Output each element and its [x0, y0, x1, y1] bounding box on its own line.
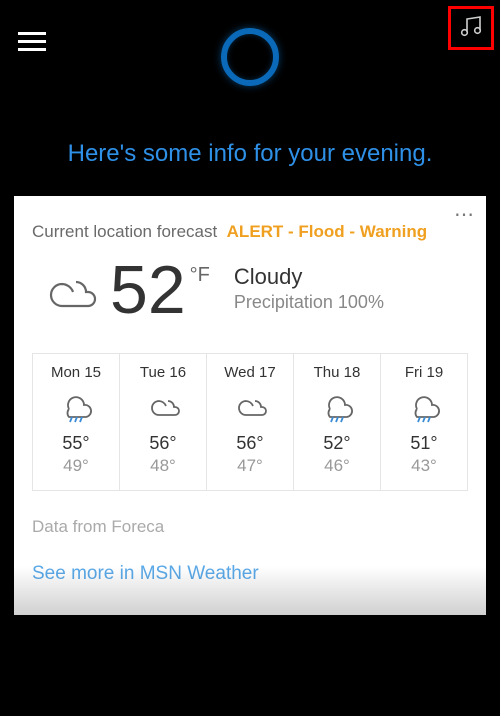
day-label: Tue 16 [120, 364, 206, 381]
high-temp: 52° [294, 433, 380, 454]
weather-alert: ALERT - Flood - Warning [227, 222, 428, 241]
cloud-icon [207, 389, 293, 425]
low-temp: 49° [33, 456, 119, 476]
data-source-label: Data from Foreca [32, 517, 468, 537]
forecast-day[interactable]: Thu 18 52° 46° [294, 354, 381, 490]
low-temp: 48° [120, 456, 206, 476]
high-temp: 56° [120, 433, 206, 454]
location-label: Current location forecast [32, 222, 217, 241]
day-label: Mon 15 [33, 364, 119, 381]
low-temp: 43° [381, 456, 467, 476]
high-temp: 55° [33, 433, 119, 454]
card-overflow-menu[interactable]: ⋯ [454, 202, 476, 227]
low-temp: 47° [207, 456, 293, 476]
header [0, 0, 500, 140]
forecast-day[interactable]: Tue 16 56° 48° [120, 354, 207, 490]
rain-icon [381, 389, 467, 425]
high-temp: 56° [207, 433, 293, 454]
temp-unit: °F [190, 264, 210, 287]
current-temp: 52 [110, 256, 186, 324]
music-recognition-button[interactable] [448, 6, 494, 50]
precipitation-text: Precipitation 100% [234, 292, 384, 313]
low-temp: 46° [294, 456, 380, 476]
see-more-link[interactable]: See more in MSN Weather [32, 563, 468, 585]
forecast-day[interactable]: Wed 17 56° 47° [207, 354, 294, 490]
current-conditions: 52 °F Cloudy Precipitation 100% [32, 256, 468, 329]
forecast-day[interactable]: Mon 15 55° 49° [33, 354, 120, 490]
day-label: Wed 17 [207, 364, 293, 381]
forecast-day[interactable]: Fri 19 51° 43° [381, 354, 467, 490]
rain-icon [33, 389, 119, 425]
menu-button[interactable] [18, 32, 46, 56]
cloud-icon [32, 266, 104, 329]
condition-text: Cloudy [234, 264, 384, 290]
forecast-row: Mon 15 55° 49° Tue 16 56° 48° [32, 353, 468, 491]
cortana-logo-icon[interactable] [221, 28, 279, 86]
rain-icon [294, 389, 380, 425]
day-label: Thu 18 [294, 364, 380, 381]
day-label: Fri 19 [381, 364, 467, 381]
greeting-text: Here's some info for your evening. [0, 140, 500, 188]
music-note-icon [458, 14, 484, 43]
high-temp: 51° [381, 433, 467, 454]
forecast-header: Current location forecast ALERT - Flood … [32, 222, 468, 242]
cloud-icon [120, 389, 206, 425]
weather-card: ⋯ Current location forecast ALERT - Floo… [14, 196, 486, 615]
